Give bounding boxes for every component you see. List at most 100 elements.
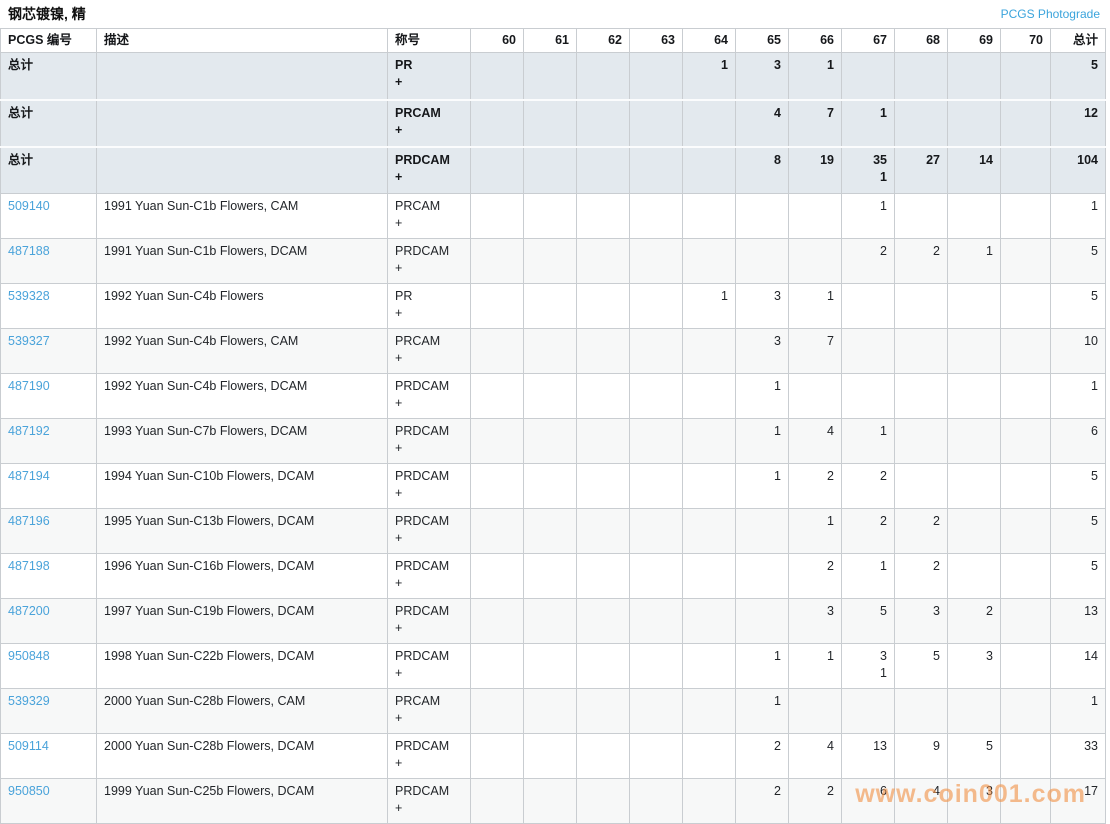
grade-cell-64	[682, 778, 736, 824]
grade-cell-62	[576, 328, 630, 374]
grade-cell-69	[947, 508, 1001, 554]
grade-cell-63	[629, 52, 683, 100]
grade-cell-66: 2	[788, 553, 842, 599]
grade-cell-66: 1	[788, 52, 842, 100]
grade-cell-70	[1000, 643, 1051, 689]
pcgs-number-link[interactable]: 950850	[8, 784, 50, 798]
grade-cell-65: 2	[735, 778, 789, 824]
pcgs-number-link[interactable]: 487190	[8, 379, 50, 393]
grade-cell-60	[470, 778, 524, 824]
summary-row: 总计 PRDCAM + 8 19 35 1 27 14 104	[0, 145, 1106, 194]
grade-cell-64: 1	[682, 52, 736, 100]
grade-cell-66: 4	[788, 418, 842, 464]
grade-cell-63	[629, 193, 683, 239]
grade-cell-69	[947, 373, 1001, 419]
grade-cell-69: 14	[947, 145, 1001, 194]
pcgs-number-cell: 总计	[0, 52, 97, 100]
pcgs-number-cell: 539329	[0, 688, 97, 734]
designation-cell: PRDCAM +	[387, 643, 471, 689]
grade-cell-66: 4	[788, 733, 842, 779]
grade-cell-66: 2	[788, 778, 842, 824]
pcgs-number-cell: 487196	[0, 508, 97, 554]
grade-cell-70	[1000, 328, 1051, 374]
pcgs-number-link[interactable]: 539329	[8, 694, 50, 708]
description-cell: 1994 Yuan Sun-C10b Flowers, DCAM	[96, 463, 388, 509]
grade-cell-64	[682, 238, 736, 284]
grade-cell-65: 1	[735, 418, 789, 464]
summary-label: 总计	[8, 58, 34, 72]
grade-cell-61	[523, 193, 577, 239]
total-cell: 1	[1050, 193, 1106, 239]
pcgs-number-link[interactable]: 487194	[8, 469, 50, 483]
pcgs-number-link[interactable]: 487192	[8, 424, 50, 438]
pcgs-number-link[interactable]: 487188	[8, 244, 50, 258]
column-header-61: 61	[523, 28, 577, 53]
grade-cell-67: 1	[841, 193, 895, 239]
grade-cell-70	[1000, 52, 1051, 100]
grade-cell-67	[841, 328, 895, 374]
table-row: 487192 1993 Yuan Sun-C7b Flowers, DCAM PRD…	[0, 418, 1106, 464]
total-cell: 1	[1050, 688, 1106, 734]
pcgs-number-link[interactable]: 539328	[8, 289, 50, 303]
grade-cell-69	[947, 328, 1001, 374]
grade-cell-62	[576, 598, 630, 644]
population-table: PCGS 编号 描述 称号 60 61 62 63 64 65 66 67 68 69 70 总计 总计 PR…	[0, 28, 1106, 824]
grade-cell-63	[629, 373, 683, 419]
designation-cell: PRDCAM +	[387, 553, 471, 599]
description-cell	[96, 145, 388, 194]
column-header-64: 64	[682, 28, 736, 53]
pcgs-number-link[interactable]: 539327	[8, 334, 50, 348]
grade-cell-70	[1000, 193, 1051, 239]
pcgs-number-link[interactable]: 509140	[8, 199, 50, 213]
grade-cell-70	[1000, 598, 1051, 644]
grade-cell-66	[788, 373, 842, 419]
total-cell: 6	[1050, 418, 1106, 464]
grade-cell-62	[576, 238, 630, 284]
grade-cell-64	[682, 643, 736, 689]
grade-cell-66: 2	[788, 463, 842, 509]
pcgs-number-link[interactable]: 487198	[8, 559, 50, 573]
pcgs-number-cell: 509140	[0, 193, 97, 239]
pcgs-number-cell: 950848	[0, 643, 97, 689]
grade-cell-63	[629, 463, 683, 509]
pcgs-number-link[interactable]: 509114	[8, 739, 49, 753]
grade-cell-60	[470, 328, 524, 374]
description-cell	[96, 52, 388, 100]
description-cell: 1992 Yuan Sun-C4b Flowers	[96, 283, 388, 329]
total-cell: 17	[1050, 778, 1106, 824]
table-header: PCGS 编号 描述 称号 60 61 62 63 64 65 66 67 68 69 70 总计	[0, 28, 1106, 53]
pcgs-number-cell: 487190	[0, 373, 97, 419]
designation-cell: PRCAM +	[387, 98, 471, 147]
grade-cell-67	[841, 688, 895, 734]
grade-cell-61	[523, 688, 577, 734]
table-row: 487190 1992 Yuan Sun-C4b Flowers, DCAM PRD…	[0, 373, 1106, 419]
designation-cell: PR +	[387, 52, 471, 100]
table-header-row: PCGS 编号 描述 称号 60 61 62 63 64 65 66 67 68 69 70 总计	[0, 28, 1106, 53]
pcgs-number-link[interactable]: 487200	[8, 604, 50, 618]
grade-cell-66: 1	[788, 508, 842, 554]
grade-cell-61	[523, 145, 577, 194]
pcgs-number-link[interactable]: 487196	[8, 514, 50, 528]
grade-cell-64	[682, 193, 736, 239]
designation-cell: PRDCAM +	[387, 778, 471, 824]
grade-cell-61	[523, 598, 577, 644]
pcgs-number-cell: 950850	[0, 778, 97, 824]
grade-cell-62	[576, 418, 630, 464]
grade-cell-64	[682, 553, 736, 599]
summary-row: 总计 PRCAM + 4 7 1 12	[0, 98, 1106, 147]
grade-cell-60	[470, 283, 524, 329]
grade-cell-62	[576, 733, 630, 779]
column-header-65: 65	[735, 28, 789, 53]
pcgs-number-link[interactable]: 950848	[8, 649, 50, 663]
grade-cell-67: 1	[841, 553, 895, 599]
grade-cell-63	[629, 98, 683, 147]
designation-cell: PRCAM +	[387, 328, 471, 374]
grade-cell-60	[470, 52, 524, 100]
grade-cell-68: 27	[894, 145, 948, 194]
grade-cell-65	[735, 238, 789, 284]
total-cell: 5	[1050, 283, 1106, 329]
grade-cell-61	[523, 98, 577, 147]
total-cell: 5	[1050, 463, 1106, 509]
pcgs-number-cell: 487192	[0, 418, 97, 464]
pcgs-photograde-link[interactable]: PCGS Photograde	[1001, 7, 1100, 21]
